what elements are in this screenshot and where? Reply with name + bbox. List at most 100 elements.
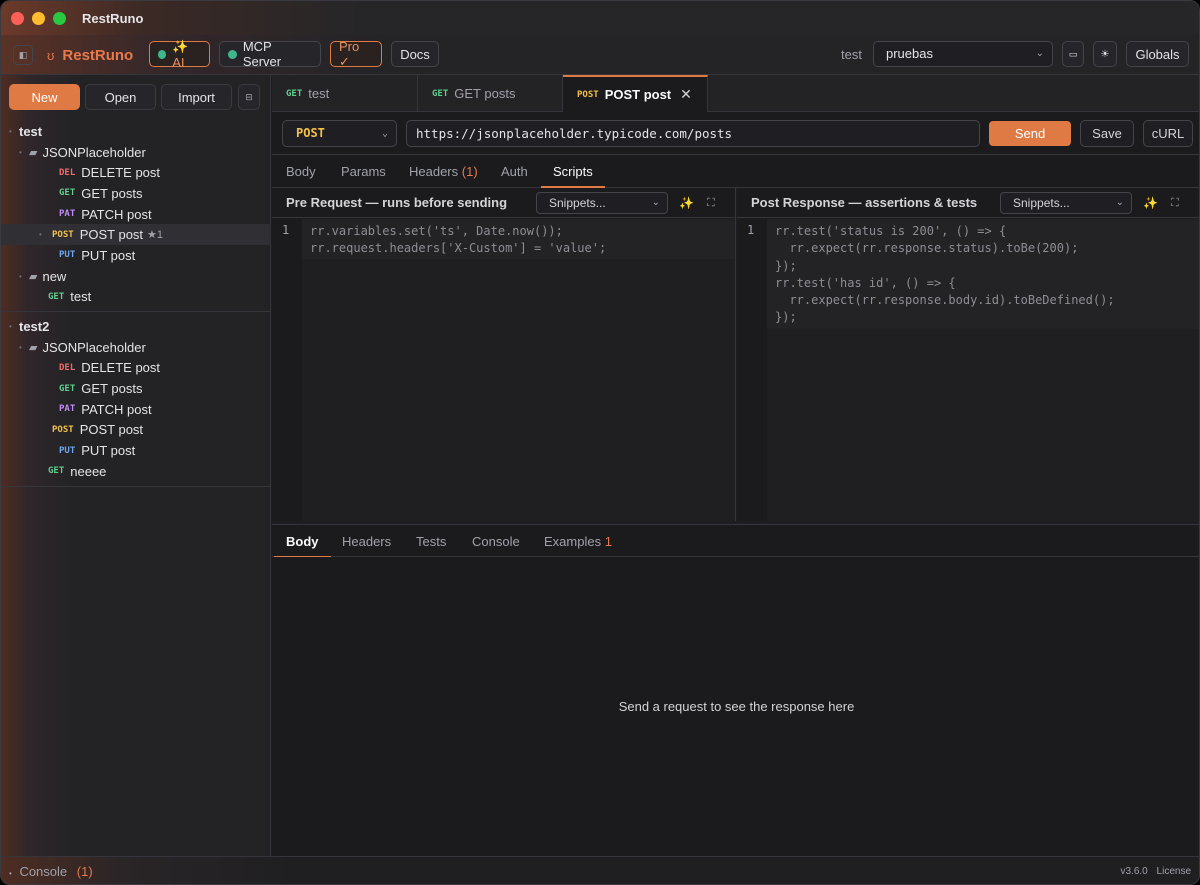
- collapse-icon[interactable]: ⊟: [238, 84, 260, 110]
- request-item[interactable]: GET GET posts: [1, 183, 271, 204]
- method-badge: GET: [59, 383, 76, 394]
- request-section-tabs: Body Params Headers (1) Auth Scripts: [272, 155, 1199, 188]
- sidebar-actions: New Open Import ⊟: [1, 75, 271, 115]
- window-controls: [11, 11, 66, 25]
- import-button[interactable]: Import: [161, 84, 232, 110]
- post-response-title: Post Response — assertions & tests: [751, 195, 978, 210]
- request-item[interactable]: PAT PATCH post: [1, 399, 271, 420]
- minimize-window-button[interactable]: [32, 11, 45, 25]
- request-item[interactable]: DEL DELETE post: [1, 162, 271, 183]
- response-tab-body[interactable]: Body: [274, 525, 331, 558]
- method-value: POST: [296, 126, 325, 140]
- folder-item[interactable]: • ▰ JSONPlaceholder: [1, 337, 271, 358]
- save-button[interactable]: Save: [1080, 120, 1134, 147]
- folder-name: JSONPlaceholder: [42, 144, 146, 160]
- request-name: PUT post: [81, 247, 136, 263]
- new-button[interactable]: New: [9, 84, 80, 110]
- pre-request-editor[interactable]: 1 rr.variables.set('ts', Date.now()); rr…: [272, 219, 735, 521]
- send-button[interactable]: Send: [989, 121, 1071, 146]
- method-badge: GET: [48, 466, 65, 477]
- request-item[interactable]: PAT PATCH post: [1, 204, 271, 225]
- expand-icon[interactable]: ⛶: [1171, 188, 1179, 218]
- request-item[interactable]: GET GET posts: [1, 378, 271, 399]
- method-badge: POST: [52, 229, 74, 240]
- active-dot-icon: •: [39, 230, 42, 240]
- close-window-button[interactable]: [11, 11, 24, 25]
- collection-item[interactable]: • test: [1, 121, 271, 142]
- pro-button[interactable]: Pro ✓: [330, 39, 382, 69]
- response-tab-console[interactable]: Console: [472, 525, 520, 558]
- folder-item[interactable]: • ▰ JSONPlaceholder: [1, 142, 271, 163]
- response-tab-headers[interactable]: Headers: [342, 525, 391, 558]
- close-icon[interactable]: ✕: [680, 86, 692, 103]
- expand-icon[interactable]: ⛶: [707, 188, 715, 218]
- request-name: POST post: [79, 227, 144, 243]
- sparkle-icon[interactable]: ✨: [679, 188, 694, 218]
- method-select[interactable]: POST ⌄: [282, 120, 397, 147]
- tab-auth[interactable]: Auth: [501, 155, 528, 188]
- response-tabs: Body Headers Tests Console Examples 1: [272, 524, 1199, 558]
- line-gutter: 1: [272, 219, 302, 521]
- method-badge: GET: [48, 291, 65, 302]
- code-content[interactable]: rr.variables.set('ts', Date.now()); rr.r…: [302, 219, 735, 521]
- method-badge: POST: [577, 89, 599, 100]
- collection-name: test: [19, 123, 43, 139]
- line-number: 1: [747, 223, 755, 237]
- globals-button[interactable]: Globals: [1126, 41, 1189, 67]
- open-button[interactable]: Open: [85, 84, 156, 110]
- request-item[interactable]: POST POST post: [1, 420, 271, 441]
- tab-params[interactable]: Params: [341, 155, 386, 188]
- license-link[interactable]: License: [1157, 866, 1191, 877]
- url-input[interactable]: https://jsonplaceholder.typicode.com/pos…: [406, 120, 980, 147]
- line-gutter: 1: [737, 219, 767, 521]
- environment-select[interactable]: pruebas ⌄: [873, 41, 1053, 67]
- sidebar-toggle-icon[interactable]: ◧: [13, 45, 33, 65]
- pre-snippets-select[interactable]: Snippets... ⌄: [536, 192, 668, 214]
- folder-icon: ▰: [29, 146, 38, 159]
- method-badge: GET: [59, 188, 76, 199]
- pre-request-header: Pre Request — runs before sending Snippe…: [272, 188, 735, 218]
- save-icon[interactable]: ▭: [1062, 41, 1084, 67]
- mcp-server-button[interactable]: MCP Server: [219, 39, 321, 69]
- folder-item[interactable]: • ▰ new: [1, 266, 271, 287]
- ai-button[interactable]: ✨ AI: [149, 39, 210, 70]
- post-response-editor[interactable]: 1 rr.test('status is 200', () => { rr.ex…: [737, 219, 1199, 521]
- tab-label: test: [308, 86, 330, 101]
- title-bar: RestRuno: [1, 1, 1199, 35]
- tab-scripts[interactable]: Scripts: [541, 155, 605, 188]
- console-toggle[interactable]: • Console (1): [9, 857, 93, 884]
- request-name: DELETE post: [81, 360, 161, 376]
- tab-headers[interactable]: Headers (1): [409, 155, 478, 188]
- caret-icon: •: [19, 271, 22, 281]
- tab-body[interactable]: Body: [286, 155, 316, 188]
- request-item[interactable]: PUT PUT post: [1, 245, 271, 266]
- post-snippets-select[interactable]: Snippets... ⌄: [1000, 192, 1132, 214]
- examples-count: 1: [604, 534, 612, 549]
- caret-icon: •: [9, 126, 12, 136]
- sun-icon[interactable]: ☀: [1093, 41, 1117, 67]
- tab-get-posts[interactable]: GET GET posts: [418, 75, 563, 112]
- request-item[interactable]: GET test: [1, 287, 271, 308]
- chevron-down-icon: ⌄: [1115, 197, 1124, 208]
- response-tab-tests[interactable]: Tests: [416, 525, 446, 558]
- collection-item[interactable]: • test2: [1, 316, 271, 337]
- response-tab-examples[interactable]: Examples 1: [544, 525, 612, 558]
- version-label: v3.6.0: [1120, 866, 1148, 877]
- bear-icon: ʊ: [47, 47, 55, 63]
- maximize-window-button[interactable]: [53, 11, 66, 25]
- request-name: PATCH post: [81, 401, 152, 417]
- method-badge: POST: [52, 424, 74, 435]
- request-item-selected[interactable]: • POST POST post ★1: [1, 224, 271, 246]
- tab-get-test[interactable]: GET test: [272, 75, 418, 112]
- request-item[interactable]: PUT PUT post: [1, 440, 271, 461]
- sparkle-icon[interactable]: ✨: [1143, 188, 1158, 218]
- request-item[interactable]: GET neeee: [1, 461, 271, 482]
- snippets-label: Snippets...: [1013, 196, 1070, 210]
- app-window: RestRuno ◧ ʊ RestRuno ✨ AI MCP Server Pr…: [0, 0, 1200, 885]
- curl-button[interactable]: cURL: [1143, 120, 1193, 147]
- tab-post-post[interactable]: POST POST post ✕: [563, 75, 708, 112]
- request-item[interactable]: DEL DELETE post: [1, 358, 271, 379]
- docs-button[interactable]: Docs: [391, 41, 439, 67]
- post-response-header: Post Response — assertions & tests Snipp…: [737, 188, 1199, 218]
- code-content[interactable]: rr.test('status is 200', () => { rr.expe…: [767, 219, 1199, 521]
